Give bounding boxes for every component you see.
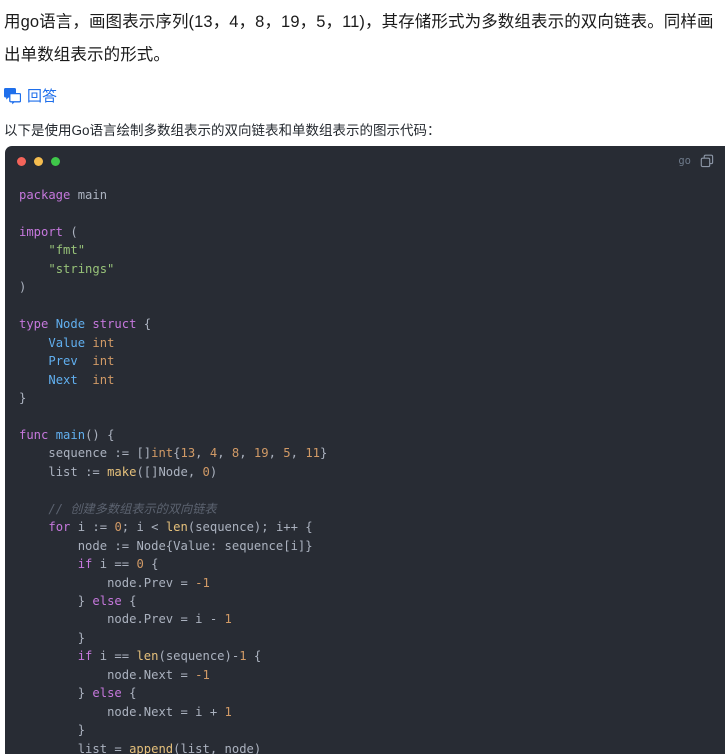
copy-icon[interactable]	[700, 154, 714, 168]
answer-label: 回答	[27, 87, 58, 105]
answer-intro-text: 以下是使用Go语言绘制多数组表示的双向链表和单数组表示的图示代码：	[4, 123, 441, 138]
close-dot[interactable]	[17, 157, 26, 166]
code-content[interactable]: package main import ( "fmt" "strings" ) …	[5, 176, 725, 754]
code-block: go package main import ( "fmt" "strings"…	[5, 146, 725, 754]
maximize-dot[interactable]	[51, 157, 60, 166]
minimize-dot[interactable]	[34, 157, 43, 166]
chat-bubbles-icon	[4, 87, 21, 105]
answer-page: 用go语言，画图表示序列(13，4，8，19，5，11)，其存储形式为多数组表示…	[0, 0, 725, 754]
language-tag: go	[678, 155, 691, 167]
code-block-header: go	[5, 146, 725, 176]
question-text: 用go语言，画图表示序列(13，4，8，19，5，11)，其存储形式为多数组表示…	[4, 13, 714, 64]
answer-header: 回答	[0, 72, 725, 108]
code-block-actions: go	[678, 154, 714, 168]
window-dots	[17, 157, 60, 166]
